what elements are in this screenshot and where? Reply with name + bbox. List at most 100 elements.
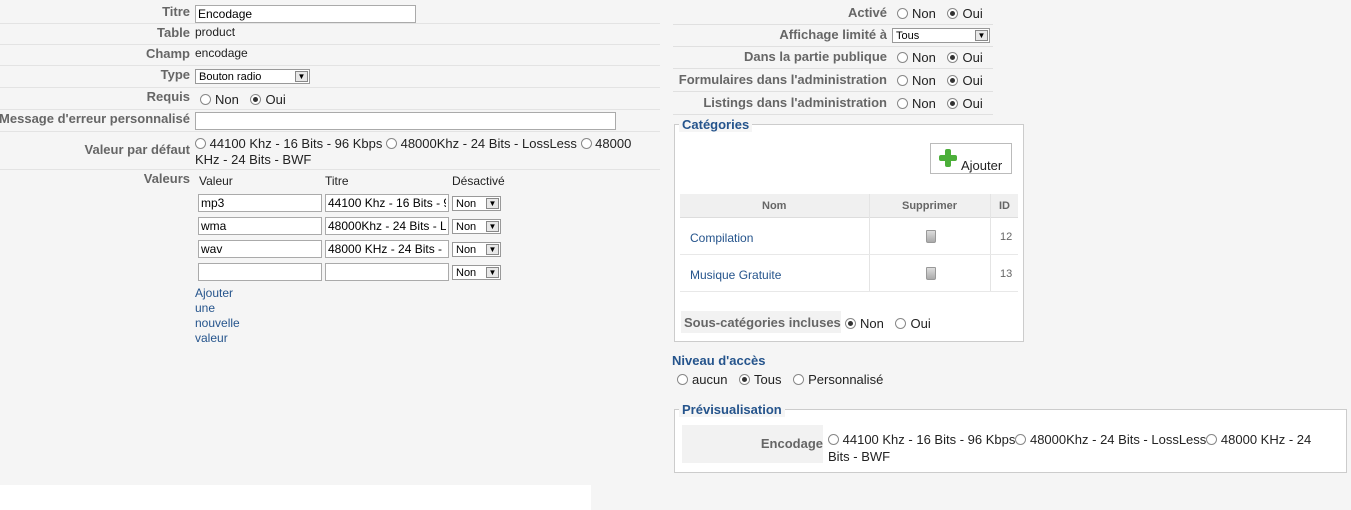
preview-opt1-radio[interactable] [828,434,839,445]
preview-opt3-label-a: 48000 KHz - 24 [1220,432,1312,447]
requis-oui-label: Oui [265,92,286,107]
add-category-label: Ajouter [961,158,1003,173]
table-row [198,263,322,281]
label-table: Table [157,25,190,40]
access-level-title: Niveau d'accès [672,353,766,368]
row-default: Valeur par défaut 44100 Khz - 16 Bits - … [0,133,660,170]
row-listings: Listings dans l'administration Non Oui [673,92,993,115]
desactive-select[interactable]: Non ▼ [452,265,501,281]
access-aucun-radio[interactable] [677,374,688,385]
requis-oui-radio[interactable] [250,94,262,105]
table-row [198,217,322,235]
table-row [198,194,322,212]
label-default: Valeur par défaut [84,142,190,157]
plus-icon [939,149,957,167]
label-requis: Requis [146,89,190,104]
message-input[interactable] [195,112,616,130]
col-valeur-header: Valeur [199,174,233,188]
publique-non-label: Non [912,50,936,65]
valeur-input[interactable] [198,263,322,281]
row-active: Activé Non Oui [673,2,993,25]
active-non-radio[interactable] [897,8,908,19]
publique-oui-radio[interactable] [947,52,959,63]
table-row [198,240,322,258]
publique-non-radio[interactable] [897,52,908,63]
access-personnalise-radio[interactable] [793,374,805,385]
listings-non-radio[interactable] [897,98,908,109]
valeur-input[interactable] [198,194,322,212]
valeur-input[interactable] [198,217,322,235]
publique-oui-label: Oui [962,50,983,65]
preview-options: 44100 Khz - 16 Bits - 96 Kbps 48000Khz -… [828,431,1340,465]
subcat-oui-radio[interactable] [895,318,907,329]
col-desactive-header: Désactivé [452,174,505,188]
category-link[interactable]: Compilation [690,231,753,245]
table-value: product [195,25,236,39]
subcat-non-radio[interactable] [845,318,856,329]
subcat-oui-label: Oui [910,316,931,331]
active-oui-radio[interactable] [947,8,959,19]
trash-icon[interactable] [926,267,936,280]
add-category-button[interactable]: Ajouter [930,143,1012,174]
col-nom-header: Nom [762,200,787,212]
titre-value-input[interactable] [325,263,449,281]
formulaires-non-radio[interactable] [897,75,908,86]
category-link[interactable]: Musique Gratuite [690,268,781,282]
subcat-non-label: Non [860,316,884,331]
label-publique: Dans la partie publique [743,49,887,64]
titre-input[interactable] [195,5,416,23]
preview-label: Encodage [760,436,823,451]
label-champ: Champ [145,46,190,61]
valeur-input[interactable] [198,240,322,258]
type-select[interactable]: Bouton radio ▼ [195,69,310,85]
subcat-label-cell: Sous-catégories incluses [681,311,841,333]
white-footer-area [0,485,591,510]
label-titre: Titre [162,4,190,19]
subcat-options: Non Oui [845,316,939,331]
default-opt3-radio[interactable] [580,138,592,149]
default-opt1-label: 44100 Khz - 16 Bits - 96 Kbps [209,136,383,151]
preview-label-cell: Encodage [682,425,823,463]
label-valeurs: Valeurs [143,171,190,186]
categories-table-header: Nom Supprimer ID [680,194,1018,218]
chevron-down-icon: ▼ [295,71,308,83]
affichage-select[interactable]: Tous ▼ [892,28,990,44]
row-table: Table product [0,25,660,45]
row-publique: Dans la partie publique Non Oui [673,46,993,69]
label-type: Type [160,67,190,82]
active-non-label: Non [912,6,936,21]
col-titre-header: Titre [325,174,349,188]
listings-non-label: Non [912,96,936,111]
chevron-down-icon: ▼ [975,30,988,42]
subcat-label: Sous-catégories incluses [684,315,841,330]
row-message: Message d'erreur personnalisé [0,111,660,132]
access-tous-radio[interactable] [739,374,751,385]
desactive-select[interactable]: Non ▼ [452,196,501,212]
preview-opt2-radio[interactable] [1015,434,1027,445]
requis-non-label: Non [215,92,239,107]
default-opt1-radio[interactable] [195,138,206,149]
desactive-select[interactable]: Non ▼ [452,219,501,235]
requis-non-radio[interactable] [200,94,211,105]
col-supprimer-header: Supprimer [902,200,958,212]
titre-value-input[interactable] [325,240,449,258]
formulaires-oui-label: Oui [962,73,983,88]
label-listings: Listings dans l'administration [703,95,887,110]
titre-value-input[interactable] [325,217,449,235]
default-opt2-radio[interactable] [385,138,397,149]
titre-value-input[interactable] [325,194,449,212]
formulaires-oui-radio[interactable] [947,75,959,86]
access-personnalise-label: Personnalisé [808,372,884,387]
label-formulaires: Formulaires dans l'administration [678,72,887,87]
preview-opt3-radio[interactable] [1206,434,1218,445]
row-type: Type Bouton radio ▼ [0,67,660,88]
listings-oui-radio[interactable] [947,98,959,109]
row-affichage: Affichage limité à Tous ▼ [673,24,993,47]
trash-icon[interactable] [926,230,936,243]
add-value-link[interactable]: Ajouter une nouvelle valeur [195,286,240,345]
type-select-value: Bouton radio [199,71,262,84]
default-opt3-label-b: KHz - 24 Bits - BWF [195,152,312,167]
desactive-select[interactable]: Non ▼ [452,242,501,258]
row-requis: Requis Non Oui [0,89,660,110]
active-oui-label: Oui [962,6,983,21]
